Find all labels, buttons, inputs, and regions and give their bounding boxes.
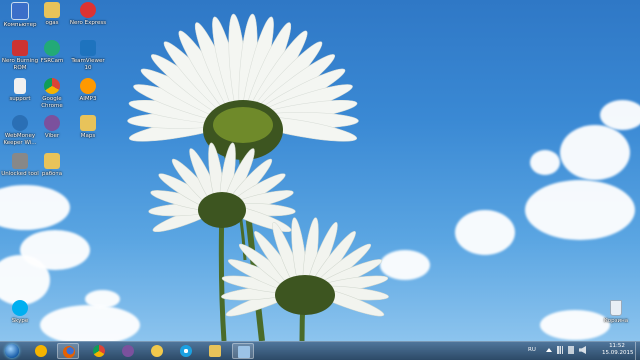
aimp-icon — [35, 345, 47, 357]
desktop-icon-label: работа — [41, 171, 63, 177]
desktop-icon-google-chrome[interactable]: Google Chrome — [33, 78, 71, 118]
show-desktop-button[interactable] — [635, 342, 640, 360]
taskbar-app-internet-explorer[interactable] — [175, 343, 197, 359]
desktop-icon-label: AIMP3 — [79, 96, 97, 102]
desktop: Компьютер ogas Nero Express Nero Burning… — [0, 0, 640, 341]
firefox-icon — [63, 346, 75, 358]
desktop-icon-viber[interactable]: Viber — [33, 115, 71, 155]
tool-icon — [12, 153, 28, 169]
aimp-icon — [80, 78, 96, 94]
volume-icon[interactable] — [579, 346, 586, 354]
viber-icon — [44, 115, 60, 131]
skype-icon — [12, 300, 28, 316]
taskbar-app-firefox[interactable] — [57, 343, 79, 359]
taskbar-app-chrome[interactable] — [88, 343, 110, 359]
folder-icon — [44, 153, 60, 169]
windows-start-icon — [5, 344, 19, 358]
desktop-icon-fsrcam[interactable]: FSRCam — [33, 40, 71, 80]
file-explorer-icon — [209, 345, 221, 357]
taskbar-app-aimp[interactable] — [30, 343, 52, 359]
document-icon — [14, 78, 26, 94]
chrome-icon — [44, 78, 60, 94]
desktop-icon-maps[interactable]: Maps — [69, 115, 107, 155]
flag-icon[interactable] — [568, 346, 574, 354]
nero-icon — [80, 2, 96, 18]
taskbar-app-viber[interactable] — [117, 343, 139, 359]
desktop-icon-skype[interactable]: Skype — [1, 300, 39, 340]
internet-explorer-icon — [180, 345, 192, 357]
clock[interactable]: 11:52 15.09.2015 — [602, 343, 634, 357]
desktop-icon-teamviewer[interactable]: TeamViewer 10 — [69, 40, 107, 80]
desktop-icon-aimp3[interactable]: AIMP3 — [69, 78, 107, 118]
desktop-icon-recycle-bin[interactable]: Корзина — [597, 300, 635, 340]
nero-burn-icon — [12, 40, 28, 56]
language-indicator[interactable]: RU — [528, 347, 536, 354]
desktop-icon-label: Google Chrome — [41, 96, 63, 109]
clock-date: 15.09.2015 — [602, 350, 634, 356]
window-icon — [238, 346, 250, 358]
messenger-icon — [151, 345, 163, 357]
desktop-icon-label: TeamViewer 10 — [71, 58, 105, 71]
webmoney-icon — [12, 115, 28, 131]
taskbar-app-window[interactable] — [232, 343, 254, 359]
taskbar-app-messenger[interactable] — [146, 343, 168, 359]
chrome-icon — [93, 345, 105, 357]
computer-icon — [11, 2, 29, 20]
folder-icon — [44, 2, 60, 18]
recycle-bin-icon — [610, 300, 622, 316]
desktop-icon-label: Nero Express — [69, 20, 107, 26]
desktop-icon-label: Viber — [44, 133, 60, 139]
viber-icon — [122, 345, 134, 357]
folder-icon — [80, 115, 96, 131]
camera-icon — [44, 40, 60, 56]
taskbar-app-file-explorer[interactable] — [204, 343, 226, 359]
desktop-icon-label: Корзина — [603, 318, 629, 324]
network-icon[interactable] — [557, 346, 563, 354]
clock-time: 11:52 — [609, 343, 625, 349]
taskbar: RU 11:52 15.09.2015 — [0, 341, 640, 360]
desktop-icon-label: FSRCam — [40, 58, 64, 64]
show-hidden-icons-icon[interactable] — [546, 348, 552, 352]
desktop-icon-label: ogas — [45, 20, 59, 26]
desktop-icon-ogas[interactable]: ogas — [33, 2, 71, 42]
start-button[interactable] — [1, 343, 23, 359]
desktop-icon-label: Skype — [11, 318, 29, 324]
desktop-icon-label: Maps — [80, 133, 96, 139]
desktop-icon-rabota[interactable]: работа — [33, 153, 71, 193]
teamviewer-icon — [80, 40, 96, 56]
desktop-icon-nero-express[interactable]: Nero Express — [69, 2, 107, 42]
